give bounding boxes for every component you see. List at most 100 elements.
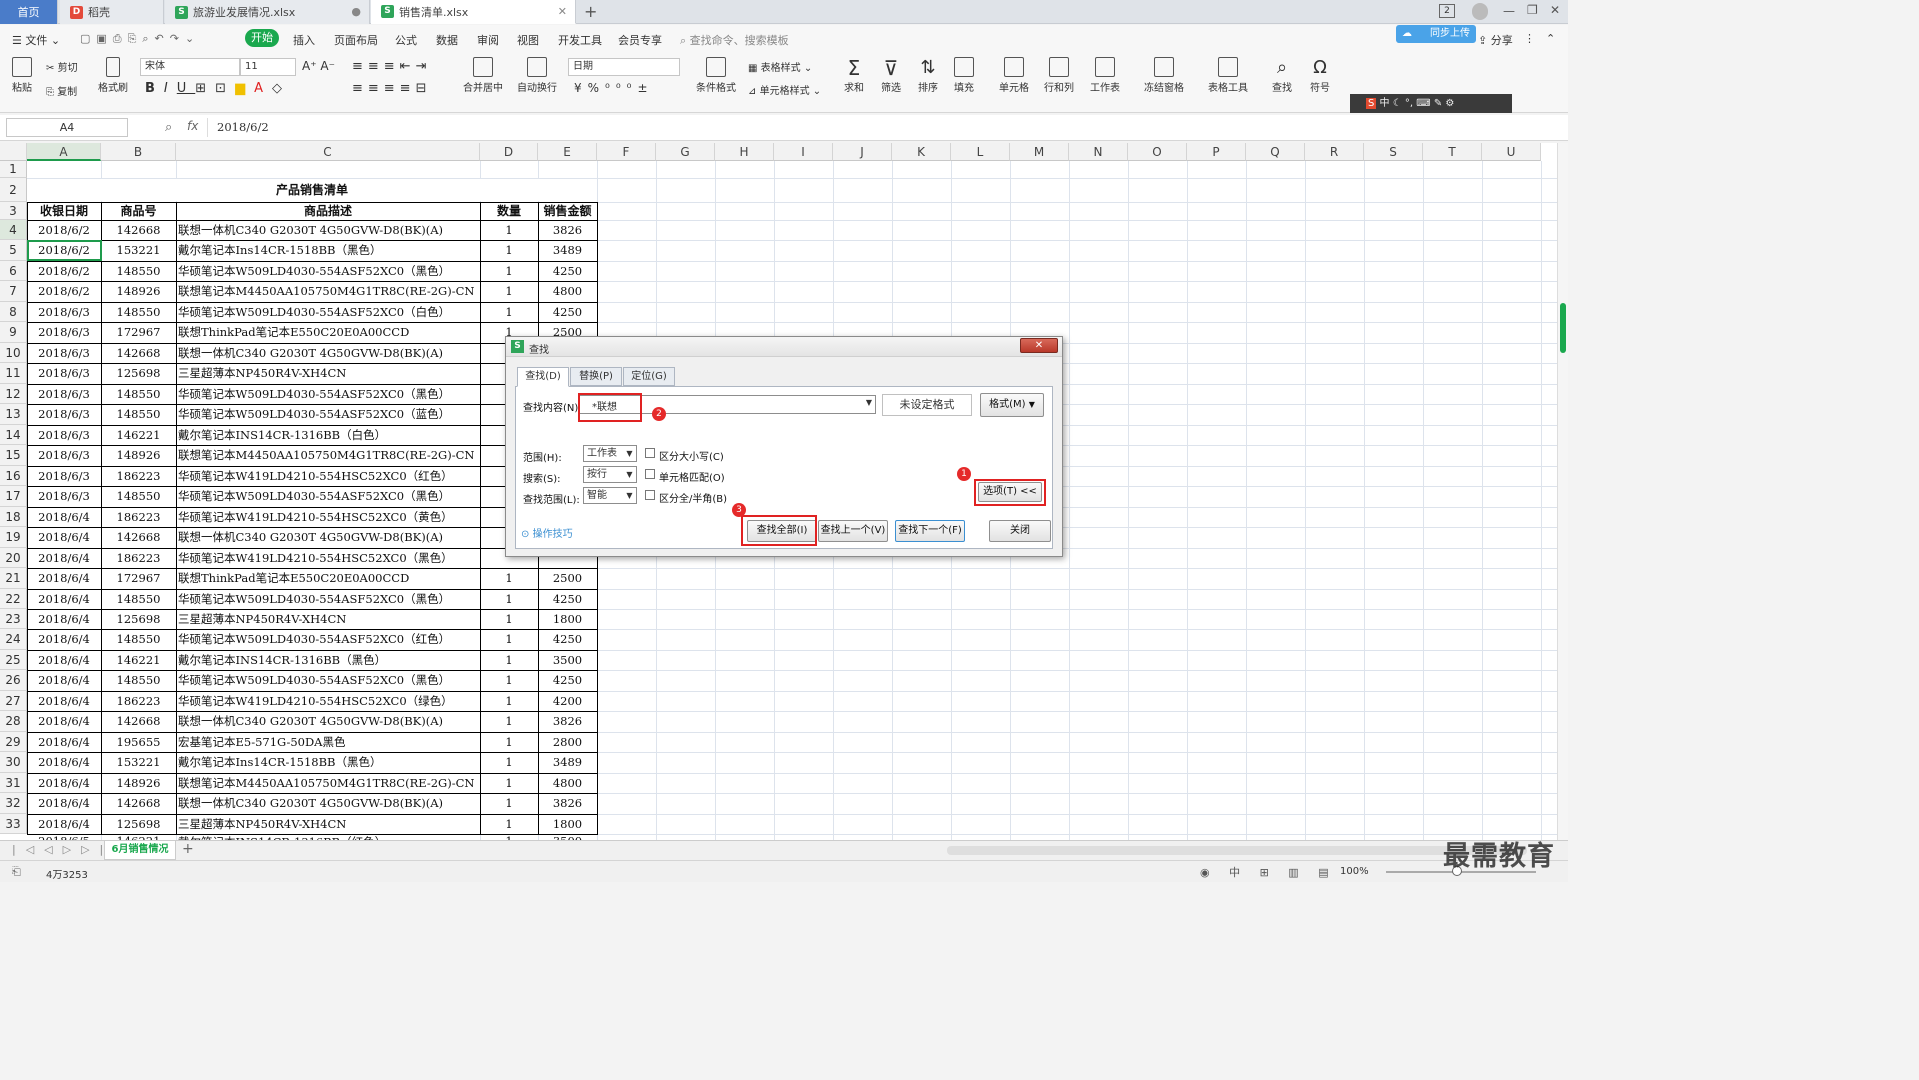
table-cell[interactable]: 华硕笔记本W509LD4030-554ASF52XC0（蓝色） (178, 404, 478, 425)
table-cell[interactable]: 华硕笔记本W419LD4210-554HSC52XC0（黑色） (178, 548, 478, 568)
range-select[interactable]: 工作表 ▼ (583, 445, 637, 462)
table-cell[interactable]: 1 (482, 793, 536, 814)
row-header[interactable]: 24 (0, 629, 27, 650)
more-icon[interactable]: ⋮ (1524, 32, 1535, 45)
chevron-down-icon[interactable]: ▼ (866, 398, 872, 407)
sheet-tab-june[interactable]: 6月销售情况 (104, 841, 176, 860)
minimize-icon[interactable]: — (1503, 4, 1515, 18)
row-header[interactable]: 32 (0, 793, 27, 814)
table-cell[interactable]: 1 (482, 302, 536, 322)
table-cell[interactable]: 2018/6/4 (29, 650, 99, 670)
row-header[interactable]: 15 (0, 445, 27, 466)
table-cell[interactable]: 142668 (103, 527, 174, 548)
match-case-checkbox[interactable] (645, 448, 655, 458)
table-cell[interactable]: 1 (482, 732, 536, 752)
menu-page-layout[interactable]: 页面布局 (334, 32, 378, 48)
table-cell[interactable]: 联想ThinkPad笔记本E550C20E0A00CCD (178, 322, 478, 343)
row-header[interactable]: 9 (0, 322, 27, 343)
table-cell[interactable]: 2018/6/2 (29, 261, 99, 281)
table-cell[interactable]: 华硕笔记本W419LD4210-554HSC52XC0（红色） (178, 466, 478, 486)
table-cell[interactable]: 2800 (540, 732, 595, 752)
symbol-button[interactable]: Ω 符号 (1305, 57, 1335, 94)
table-cell[interactable]: 2018/6/4 (29, 732, 99, 752)
column-header-S[interactable]: S (1364, 143, 1423, 161)
table-cell[interactable]: 2018/6/4 (29, 691, 99, 711)
menu-formula[interactable]: 公式 (395, 32, 417, 48)
worksheet-button[interactable]: 工作表 (1085, 57, 1125, 94)
new-tab-plus-icon[interactable]: + (584, 2, 597, 21)
table-cell[interactable]: 华硕笔记本W509LD4030-554ASF52XC0（红色） (178, 629, 478, 650)
table-cell[interactable]: 2018/6/4 (29, 711, 99, 732)
row-header[interactable]: 10 (0, 343, 27, 363)
table-cell[interactable]: 1 (482, 220, 536, 240)
table-cell[interactable]: 2018/6/4 (29, 773, 99, 793)
column-header-K[interactable]: K (892, 143, 951, 161)
table-cell[interactable]: 2018/6/4 (29, 548, 99, 568)
column-header-R[interactable]: R (1305, 143, 1364, 161)
row-header[interactable]: 5 (0, 240, 27, 261)
row-header[interactable]: 30 (0, 752, 27, 773)
row-header[interactable]: 20 (0, 548, 27, 568)
font-size-select[interactable]: 11 (240, 58, 296, 76)
table-cell[interactable]: 华硕笔记本W509LD4030-554ASF52XC0（黑色） (178, 670, 478, 691)
column-header-M[interactable]: M (1010, 143, 1069, 161)
font-grow-icon[interactable]: A⁺ A⁻ (302, 59, 335, 73)
copy-button[interactable]: ⎘ 复制 (46, 83, 77, 98)
table-cell[interactable]: 2018/6/3 (29, 343, 99, 363)
column-header-E[interactable]: E (538, 143, 597, 161)
table-cell[interactable]: 华硕笔记本W509LD4030-554ASF52XC0（黑色） (178, 486, 478, 507)
menu-file[interactable]: ☰ 文件 ⌄ (12, 32, 60, 48)
table-cell[interactable]: 2018/6/4 (29, 527, 99, 548)
table-cell[interactable]: 148550 (103, 261, 174, 281)
table-cell[interactable]: 1 (482, 261, 536, 281)
column-header-N[interactable]: N (1069, 143, 1128, 161)
fill-button[interactable]: 填充 (950, 57, 978, 94)
table-cell[interactable]: 2018/6/3 (29, 384, 99, 404)
freeze-panes-button[interactable]: 冻结窗格 (1138, 57, 1190, 94)
table-cell[interactable]: 148550 (103, 629, 174, 650)
table-cell[interactable]: 2500 (540, 568, 595, 589)
format-button[interactable]: 格式(M) ▼ (980, 393, 1044, 417)
scroll-thumb[interactable] (1560, 303, 1566, 353)
number-style-icons[interactable]: ¥%⁰⁰⁰± (574, 81, 654, 95)
vertical-scrollbar[interactable] (1557, 143, 1568, 840)
table-cell[interactable]: 2018/6/3 (29, 445, 99, 466)
table-cell[interactable]: 华硕笔记本W509LD4030-554ASF52XC0（黑色） (178, 261, 478, 281)
column-header-A[interactable]: A (27, 143, 101, 161)
share-button[interactable]: ⇪ 分享 (1478, 32, 1513, 48)
menu-data[interactable]: 数据 (436, 32, 458, 48)
avatar[interactable] (1472, 3, 1488, 20)
table-cell[interactable]: 186223 (103, 507, 174, 527)
column-header-U[interactable]: U (1482, 143, 1541, 161)
table-cell[interactable]: 1 (482, 650, 536, 670)
table-cell[interactable]: 2018/6/3 (29, 486, 99, 507)
menu-member[interactable]: 会员专享 (618, 32, 662, 48)
table-cell[interactable]: 195655 (103, 732, 174, 752)
table-cell[interactable]: 3489 (540, 240, 595, 261)
table-cell[interactable]: 宏基笔记本E5-571G-50DA黑色 (178, 732, 478, 752)
table-cell[interactable]: 联想笔记本M4450AA105750M4G1TR8C(RE-2G)-CN（红） (178, 281, 478, 302)
table-cell[interactable]: 1 (482, 752, 536, 773)
tab-docer[interactable]: D 稻壳 (60, 0, 164, 24)
table-cell[interactable]: 2018/6/4 (29, 752, 99, 773)
menu-developer[interactable]: 开发工具 (558, 32, 602, 48)
row-col-button[interactable]: 行和列 (1040, 57, 1078, 94)
tab-tourism-file[interactable]: S 旅游业发展情况.xlsx ● (165, 0, 370, 24)
filter-button[interactable]: ⊽ 筛选 (877, 57, 905, 94)
row-header[interactable]: 4 (0, 220, 27, 240)
table-cell[interactable]: 146221 (103, 425, 174, 445)
table-cell[interactable]: 142668 (103, 711, 174, 732)
column-title[interactable]: 销售金额 (540, 202, 595, 220)
close-button[interactable]: 关闭 (989, 520, 1051, 542)
table-cell[interactable]: 1 (482, 711, 536, 732)
column-header-G[interactable]: G (656, 143, 715, 161)
add-sheet-plus-icon[interactable]: + (182, 841, 194, 857)
font-name-select[interactable]: 宋体 (140, 58, 240, 76)
row-header[interactable]: 29 (0, 732, 27, 752)
search-order-select[interactable]: 按行 ▼ (583, 466, 637, 483)
find-previous-button[interactable]: 查找上一个(V) (818, 520, 888, 542)
row-header[interactable]: 31 (0, 773, 27, 793)
row-header[interactable]: 19 (0, 527, 27, 548)
tab-goto[interactable]: 定位(G) (623, 367, 675, 386)
name-box[interactable]: A4 (6, 118, 128, 137)
